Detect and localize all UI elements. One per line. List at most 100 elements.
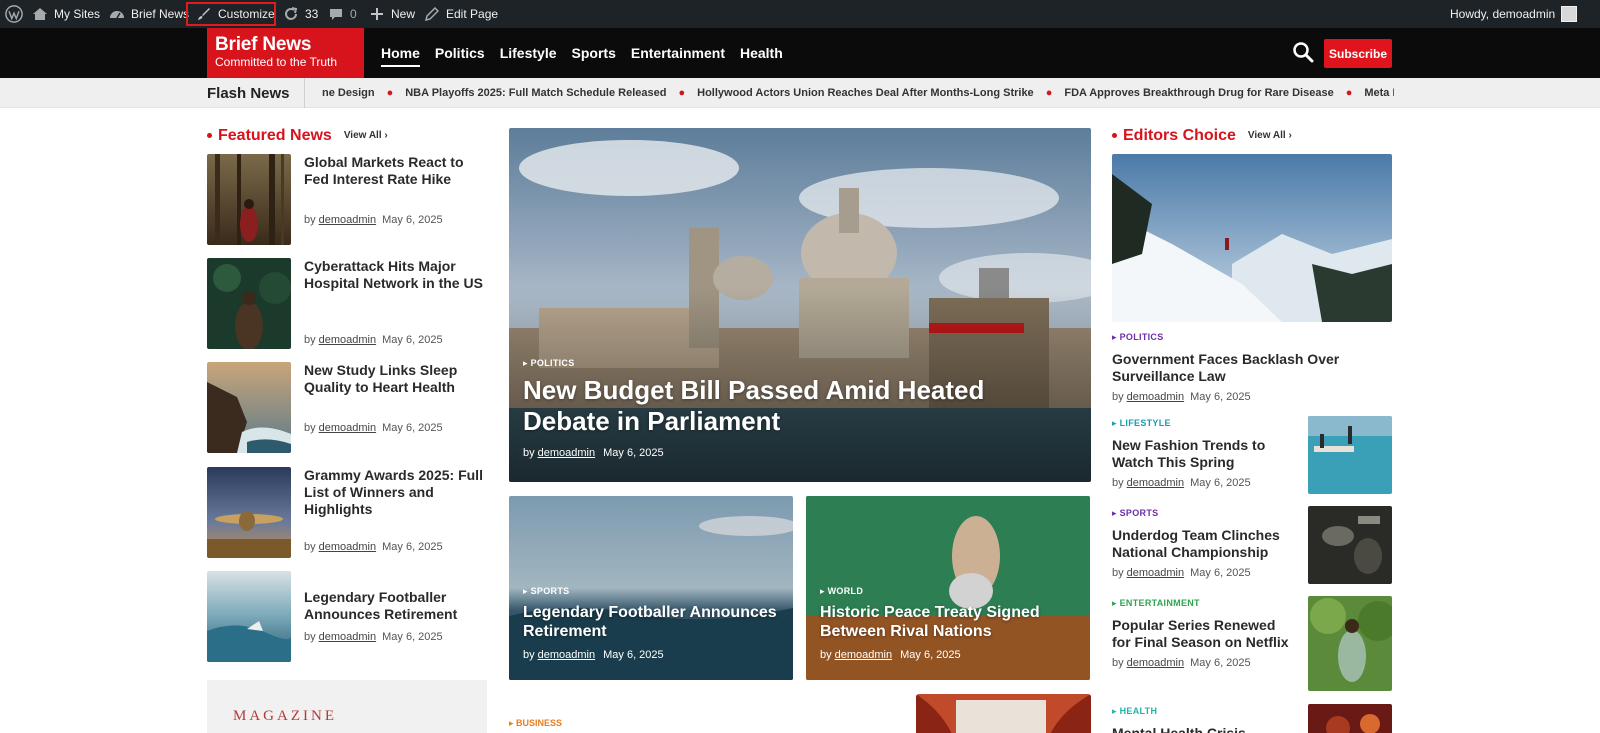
hero-title[interactable]: New Budget Bill Passed Amid Heated Debat…: [523, 375, 1043, 437]
site-header: Brief News Committed to the Truth Home P…: [0, 28, 1600, 78]
author-link[interactable]: demoadmin: [319, 422, 376, 434]
article-thumbnail[interactable]: [1308, 596, 1392, 691]
article-thumbnail[interactable]: [1308, 506, 1392, 584]
category-badge[interactable]: ▸ ENTERTAINMENT: [1112, 598, 1297, 609]
view-all-link[interactable]: View All ›: [344, 130, 388, 141]
category-badge[interactable]: ▸ BUSINESS: [509, 718, 562, 729]
new-content-menu[interactable]: New: [369, 0, 415, 28]
article-title[interactable]: Global Markets React to Fed Interest Rat…: [304, 154, 484, 188]
howdy-label: Howdy, demoadmin: [1450, 7, 1556, 21]
article-thumbnail[interactable]: [1308, 704, 1392, 733]
article-thumbnail[interactable]: [1308, 416, 1392, 494]
author-link[interactable]: demoadmin: [319, 541, 376, 553]
category-badge[interactable]: ▸ WORLD: [820, 586, 1080, 597]
subscribe-button[interactable]: Subscribe: [1324, 39, 1392, 68]
ticker-item[interactable]: NBA Playoffs 2025: Full Match Schedule R…: [405, 87, 666, 99]
author-link[interactable]: demoadmin: [538, 649, 595, 661]
hero-article[interactable]: ▸ POLITICS New Budget Bill Passed Amid H…: [509, 128, 1091, 482]
author-link[interactable]: demoadmin: [319, 214, 376, 226]
category-badge[interactable]: ▸ HEALTH: [1112, 706, 1297, 717]
magazine-banner[interactable]: MAGAZINE: [207, 680, 487, 733]
category-badge[interactable]: ▸ POLITICS: [523, 358, 1043, 369]
article-title[interactable]: Grammy Awards 2025: Full List of Winners…: [304, 467, 484, 518]
list-item[interactable]: Global Markets React to Fed Interest Rat…: [207, 154, 487, 246]
search-icon[interactable]: [1292, 41, 1316, 65]
updates-count: 33: [305, 7, 319, 21]
plus-icon: [369, 6, 385, 22]
article-title[interactable]: Underdog Team Clinches National Champion…: [1112, 527, 1297, 561]
customize-label: Customize: [218, 7, 275, 21]
card-caption: ▸ WORLD Historic Peace Treaty Signed Bet…: [820, 586, 1080, 661]
author-link[interactable]: demoadmin: [1127, 391, 1184, 403]
list-item[interactable]: ▸ POLITICS Government Faces Backlash Ove…: [1112, 332, 1392, 403]
wordpress-logo-icon[interactable]: [5, 0, 23, 28]
list-item[interactable]: ▸ SPORTS Underdog Team Clinches National…: [1112, 508, 1297, 579]
logo-title: Brief News: [215, 34, 312, 55]
list-item[interactable]: ▸ LIFESTYLE New Fashion Trends to Watch …: [1112, 418, 1297, 489]
author-link[interactable]: demoadmin: [319, 334, 376, 346]
ticker-item[interactable]: ne Design: [322, 87, 375, 99]
article-title[interactable]: New Fashion Trends to Watch This Spring: [1112, 437, 1297, 471]
list-item[interactable]: Grammy Awards 2025: Full List of Winners…: [207, 467, 487, 559]
view-all-link[interactable]: View All ›: [1248, 130, 1292, 141]
article-title[interactable]: Legendary Footballer Announces Retiremen…: [304, 589, 484, 623]
updates-link[interactable]: 33: [283, 0, 318, 28]
ticker-item[interactable]: Hollywood Actors Union Reaches Deal Afte…: [697, 87, 1034, 99]
section-title: Editors Choice: [1112, 127, 1236, 145]
article-thumbnail[interactable]: [207, 362, 291, 453]
article-thumbnail[interactable]: [207, 154, 291, 245]
category-badge[interactable]: ▸ SPORTS: [1112, 508, 1297, 519]
customize-link[interactable]: Customize: [196, 0, 275, 28]
list-item[interactable]: Cyberattack Hits Major Hospital Network …: [207, 258, 487, 350]
nav-item-home[interactable]: Home: [381, 39, 420, 67]
article-title[interactable]: Government Faces Backlash Over Surveilla…: [1112, 351, 1392, 385]
article-card[interactable]: ▸ SPORTS Legendary Footballer Announces …: [509, 496, 793, 680]
my-sites-menu[interactable]: My Sites: [32, 0, 100, 28]
ticker-item[interactable]: FDA Approves Breakthrough Drug for Rare …: [1064, 87, 1333, 99]
article-card[interactable]: ▸ WORLD Historic Peace Treaty Signed Bet…: [806, 496, 1090, 680]
site-logo[interactable]: Brief News Committed to the Truth: [207, 28, 364, 78]
article-thumbnail[interactable]: [207, 571, 291, 662]
article-date: May 6, 2025: [1190, 657, 1251, 669]
article-thumbnail[interactable]: [207, 467, 291, 558]
author-link[interactable]: demoadmin: [1127, 477, 1184, 489]
my-sites-label: My Sites: [54, 7, 101, 21]
article-date: May 6, 2025: [382, 214, 443, 226]
author-link[interactable]: demoadmin: [319, 631, 376, 643]
ticker-separator-icon: ●: [1045, 87, 1053, 99]
author-link[interactable]: demoadmin: [1127, 567, 1184, 579]
nav-item-sports[interactable]: Sports: [572, 39, 616, 67]
article-meta: by demoadmin May 6, 2025: [523, 649, 664, 661]
article-thumbnail[interactable]: [207, 258, 291, 349]
nav-item-politics[interactable]: Politics: [435, 39, 485, 67]
list-item[interactable]: Legendary Footballer Announces Retiremen…: [207, 571, 487, 663]
article-title[interactable]: Mental Health Crisis: [1112, 725, 1297, 733]
author-link[interactable]: demoadmin: [538, 447, 595, 459]
list-item[interactable]: ▸ ENTERTAINMENT Popular Series Renewed f…: [1112, 598, 1297, 669]
edit-page-link[interactable]: Edit Page: [424, 0, 498, 28]
card-title[interactable]: Historic Peace Treaty Signed Between Riv…: [820, 603, 1080, 641]
author-link[interactable]: demoadmin: [835, 649, 892, 661]
article-title[interactable]: Cyberattack Hits Major Hospital Network …: [304, 258, 484, 292]
list-item[interactable]: New Study Links Sleep Quality to Heart H…: [207, 362, 487, 454]
nav-item-health[interactable]: Health: [740, 39, 783, 67]
article-thumbnail[interactable]: [1112, 154, 1392, 322]
article-thumbnail[interactable]: [916, 694, 1091, 733]
section-title: Featured News: [207, 127, 332, 145]
category-badge[interactable]: ▸ LIFESTYLE: [1112, 418, 1297, 429]
nav-item-entertainment[interactable]: Entertainment: [631, 39, 725, 67]
card-title[interactable]: Legendary Footballer Announces Retiremen…: [523, 603, 783, 641]
author-link[interactable]: demoadmin: [1127, 657, 1184, 669]
house-icon: [32, 6, 48, 22]
site-name-label: Brief News: [131, 7, 190, 21]
list-item[interactable]: ▸ HEALTH Mental Health Crisis: [1112, 706, 1297, 733]
account-menu[interactable]: Howdy, demoadmin: [1450, 0, 1578, 28]
site-name-menu[interactable]: Brief News: [109, 0, 189, 28]
nav-item-lifestyle[interactable]: Lifestyle: [500, 39, 557, 67]
ticker-item[interactable]: Meta Ir: [1364, 87, 1394, 99]
article-title[interactable]: New Study Links Sleep Quality to Heart H…: [304, 362, 484, 396]
category-badge[interactable]: ▸ SPORTS: [523, 586, 783, 597]
category-badge[interactable]: ▸ POLITICS: [1112, 332, 1392, 343]
article-title[interactable]: Popular Series Renewed for Final Season …: [1112, 617, 1297, 651]
comments-link[interactable]: 0: [328, 0, 357, 28]
